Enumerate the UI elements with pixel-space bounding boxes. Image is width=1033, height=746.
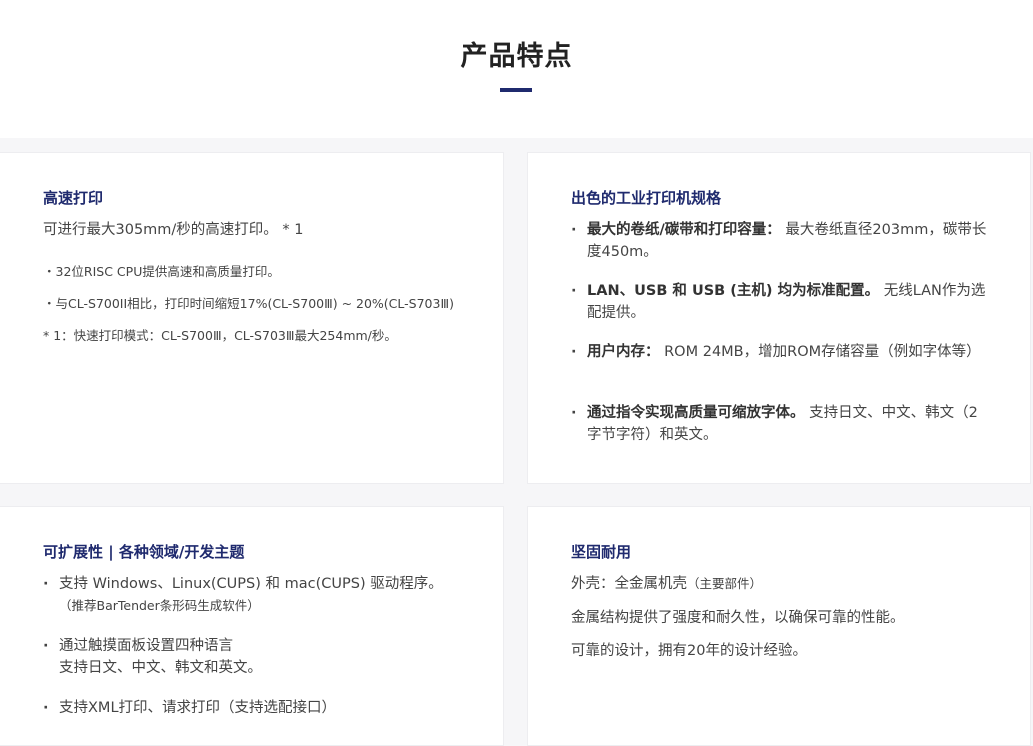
bullet-icon: · xyxy=(571,222,577,238)
list-item: · 支持XML打印、请求打印（支持选配接口） xyxy=(43,697,463,719)
list-item: · 支持 Windows、Linux(CUPS) 和 mac(CUPS) 驱动程序… xyxy=(43,573,463,617)
card-title: 高速打印 xyxy=(43,189,104,207)
footnote: * 1：快速打印模式：CL-S700Ⅲ，CL-S703Ⅲ最大254mm/秒。 xyxy=(43,328,397,343)
feature-card-specs: 出色的工业打印机规格 · 最大的卷纸/碳带和打印容量： 最大卷纸直径203mm，碳… xyxy=(527,152,1031,484)
description-line: 金属结构提供了强度和耐久性，以确保可靠的性能。 xyxy=(571,610,905,626)
card-intro: 可进行最大305mm/秒的高速打印。 * 1 xyxy=(43,222,304,238)
card-title: 坚固耐用 xyxy=(571,543,632,561)
list-item: · 最大的卷纸/碳带和打印容量： 最大卷纸直径203mm，碳带长度450m。 xyxy=(571,219,991,263)
bullet-icon: ・ xyxy=(43,296,56,311)
bullet-icon: · xyxy=(571,344,577,360)
list-item: · 通过触摸面板设置四种语言 支持日文、中文、韩文和英文。 xyxy=(43,635,463,679)
card-title: 可扩展性 | 各种领域/开发主题 xyxy=(43,543,245,561)
list-item: · LAN、USB 和 USB (主机) 均为标准配置。 无线LAN作为选配提供。 xyxy=(571,280,991,324)
bullet-icon: · xyxy=(43,638,49,654)
case-description: 外壳：全金属机壳（主要部件） xyxy=(571,576,763,592)
feature-card-speed: 高速打印 可进行最大305mm/秒的高速打印。 * 1 ・32位RISC CPU… xyxy=(0,152,504,484)
section-title: 产品特点 xyxy=(460,41,573,72)
bullet-icon: · xyxy=(571,283,577,299)
bullet-icon: · xyxy=(43,576,49,592)
bullet-icon: · xyxy=(43,700,49,716)
title-underline xyxy=(500,88,532,92)
list-item: · 通过指令实现高质量可缩放字体。 支持日文、中文、韩文（2字节字符）和英文。 xyxy=(571,402,991,446)
bullet-icon: · xyxy=(571,405,577,421)
list-item: · 用户内存： ROM 24MB，增加ROM存储容量（例如字体等） xyxy=(571,341,991,363)
section-header: 产品特点 xyxy=(0,0,1033,138)
description-line: 可靠的设计，拥有20年的设计经验。 xyxy=(571,643,807,659)
list-item: ・与CL-S700II相比，打印时间缩短17%(CL-S700Ⅲ) ~ 20%(… xyxy=(43,296,454,311)
bullet-icon: ・ xyxy=(43,264,56,279)
card-title: 出色的工业打印机规格 xyxy=(571,189,722,207)
list-item: ・32位RISC CPU提供高速和高质量打印。 xyxy=(43,264,280,279)
feature-card-durability: 坚固耐用 外壳：全金属机壳（主要部件） 金属结构提供了强度和耐久性，以确保可靠的… xyxy=(527,506,1031,746)
feature-card-extensibility: 可扩展性 | 各种领域/开发主题 · 支持 Windows、Linux(CUPS)… xyxy=(0,506,504,746)
